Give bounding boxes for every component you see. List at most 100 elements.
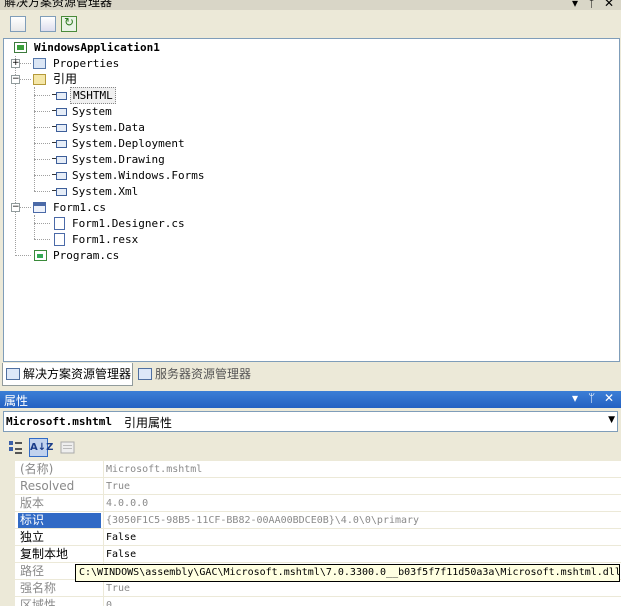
property-row[interactable]: 区域性 0 [15, 597, 621, 606]
tree-item-reference[interactable]: System.Windows.Forms [4, 168, 304, 183]
solution-tree[interactable]: WindowsApplication1 + Properties − 引用 MS… [3, 38, 620, 362]
properties-toolbar: A↓Z [0, 434, 621, 460]
show-all-files-icon[interactable] [40, 16, 56, 32]
property-row[interactable]: 独立 False [15, 529, 621, 546]
tool-window-tabs: 解决方案资源管理器 服务器资源管理器 [0, 363, 621, 389]
property-value: Microsoft.mshtml [106, 464, 203, 475]
properties-title-bar: 属性 ▾ ᛘ ✕ [0, 391, 621, 408]
reference-label: System [72, 105, 112, 118]
property-key: 版本 [20, 496, 45, 510]
tab-server-explorer[interactable]: 服务器资源管理器 [135, 363, 259, 386]
tree-item-file[interactable]: Form1.Designer.cs [4, 216, 304, 231]
tree-item-reference[interactable]: System [4, 104, 304, 119]
tree-item-reference[interactable]: System.Xml [4, 184, 304, 199]
tree-item-properties[interactable]: + Properties [4, 56, 304, 71]
form-label: Form1.cs [53, 201, 106, 214]
property-key: 强名称 [20, 581, 57, 595]
property-value: 0 [106, 600, 113, 606]
object-name: Microsoft.mshtml [6, 415, 112, 428]
property-value: 4.0.0.0 [106, 498, 149, 509]
close-icon[interactable]: ✕ [604, 391, 614, 405]
resource-file-icon [54, 233, 65, 246]
property-key: 区域性 [20, 598, 57, 606]
file-label: Form1.Designer.cs [72, 217, 185, 230]
project-label: WindowsApplication1 [34, 41, 160, 54]
properties-label: Properties [53, 57, 120, 70]
solution-explorer-title-bar: 解决方案资源管理器 ▾ ᛘ ✕ [0, 0, 621, 10]
tab-label: 解决方案资源管理器 [23, 367, 132, 381]
property-pages-icon[interactable] [58, 438, 77, 457]
reference-icon [56, 172, 67, 180]
close-icon[interactable]: ✕ [604, 0, 614, 10]
reference-label: System.Drawing [72, 153, 165, 166]
property-key: 独立 [20, 530, 45, 544]
reference-label: System.Data [72, 121, 145, 134]
property-row-selected[interactable]: 标识 {3050F1C5-98B5-11CF-BB82-00AA00BDCE0B… [15, 512, 621, 529]
properties-toolbar-icon[interactable] [10, 16, 26, 32]
tree-item-program[interactable]: Program.cs [4, 248, 304, 263]
tree-item-reference[interactable]: MSHTML [4, 87, 304, 104]
property-key: Resolved [20, 479, 75, 493]
form-icon [33, 202, 46, 213]
property-row[interactable]: 复制本地 False [15, 546, 621, 563]
chevron-down-icon[interactable]: ▼ [608, 415, 615, 425]
property-row[interactable]: (名称) Microsoft.mshtml [15, 461, 621, 478]
property-row[interactable]: 版本 4.0.0.0 [15, 495, 621, 512]
tab-solution-explorer[interactable]: 解决方案资源管理器 [2, 363, 133, 386]
auto-hide-pin-icon[interactable]: ᛘ [588, 0, 595, 10]
expand-icon[interactable]: + [11, 59, 20, 68]
reference-icon [56, 108, 67, 116]
auto-hide-pin-icon[interactable]: ᛘ [588, 391, 595, 405]
solution-explorer-title: 解决方案资源管理器 [4, 0, 113, 9]
property-value: True [106, 583, 131, 594]
program-label: Program.cs [53, 249, 120, 262]
property-grid[interactable]: (名称) Microsoft.mshtml Resolved True 版本 4… [0, 461, 621, 606]
reference-label: System.Windows.Forms [72, 169, 205, 182]
refresh-icon[interactable] [61, 15, 77, 32]
window-position-icon[interactable]: ▾ [572, 391, 578, 405]
reference-icon [56, 140, 67, 148]
property-value[interactable]: False [106, 530, 136, 545]
tree-item-reference[interactable]: System.Data [4, 120, 304, 135]
reference-label: System.Xml [72, 185, 139, 198]
tab-label: 服务器资源管理器 [155, 367, 252, 381]
property-value: True [106, 481, 131, 492]
reference-icon [56, 188, 67, 196]
property-value: {3050F1C5-98B5-11CF-BB82-00AA00BDCE0B}\4… [106, 515, 420, 526]
reference-label: MSHTML [70, 87, 116, 104]
collapse-icon[interactable]: − [11, 203, 20, 212]
reference-icon [56, 92, 67, 100]
categorized-icon[interactable] [6, 438, 25, 457]
code-file-icon [54, 217, 65, 230]
solution-explorer-icon [6, 368, 20, 380]
collapse-icon[interactable]: − [11, 75, 20, 84]
reference-icon [56, 124, 67, 132]
property-row[interactable]: 强名称 True [15, 580, 621, 597]
reference-icon [56, 156, 67, 164]
property-key: 标识 [18, 513, 101, 528]
object-selector[interactable]: Microsoft.mshtml 引用属性 ▼ [3, 411, 618, 432]
path-tooltip: C:\WINDOWS\assembly\GAC\Microsoft.mshtml… [75, 564, 620, 582]
properties-title: 属性 [4, 394, 29, 408]
tree-item-project[interactable]: WindowsApplication1 [12, 40, 312, 55]
window-position-icon[interactable]: ▾ [572, 0, 578, 10]
tree-item-file[interactable]: Form1.resx [4, 232, 304, 247]
properties-icon [33, 58, 46, 69]
property-row[interactable]: Resolved True [15, 478, 621, 495]
file-label: Form1.resx [72, 233, 139, 246]
project-icon [14, 42, 27, 53]
property-key: (名称) [20, 462, 54, 476]
server-explorer-icon [138, 368, 152, 380]
tree-item-form[interactable]: − Form1.cs [4, 200, 304, 215]
property-key: 复制本地 [20, 547, 69, 561]
object-kind: 引用属性 [124, 416, 173, 430]
tree-item-reference[interactable]: System.Drawing [4, 152, 304, 167]
property-value[interactable]: False [106, 547, 136, 562]
alphabetical-icon[interactable]: A↓Z [29, 438, 53, 457]
reference-label: System.Deployment [72, 137, 185, 150]
folder-open-icon [33, 74, 46, 85]
tree-item-references[interactable]: − 引用 [4, 72, 304, 87]
references-label: 引用 [53, 72, 78, 86]
solution-explorer-toolbar [0, 10, 621, 38]
tree-item-reference[interactable]: System.Deployment [4, 136, 304, 151]
